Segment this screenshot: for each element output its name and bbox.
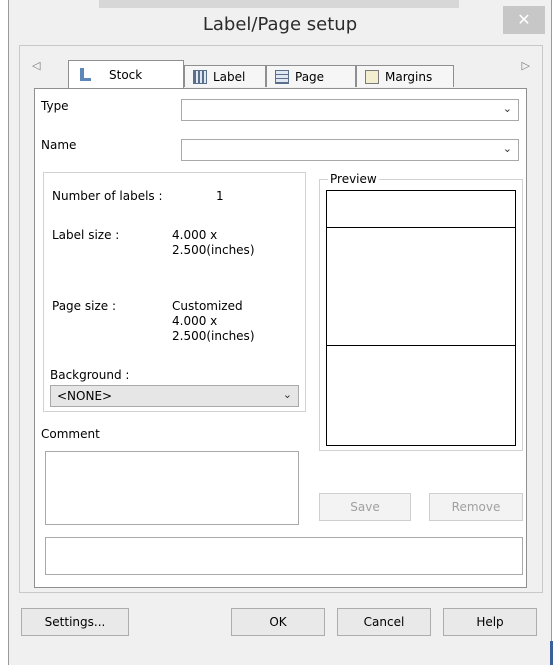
preview-group: Preview xyxy=(319,172,523,451)
stock-icon xyxy=(77,67,91,82)
tab-panel: ◁ ▷ Stock Label Page Margins Type ⌄ Name… xyxy=(19,45,543,593)
preview-legend: Preview xyxy=(328,172,379,186)
close-button[interactable]: ✕ xyxy=(503,6,545,34)
name-select[interactable]: ⌄ xyxy=(181,139,519,161)
name-label: Name xyxy=(41,138,77,152)
help-button[interactable]: Help xyxy=(443,608,537,636)
background-select[interactable]: <NONE> ⌄ xyxy=(50,385,299,407)
chevron-down-icon: ⌄ xyxy=(282,388,292,401)
tab-margins[interactable]: Margins xyxy=(356,65,454,87)
settings-button[interactable]: Settings... xyxy=(21,608,129,636)
preview-divider xyxy=(327,345,515,346)
label-icon xyxy=(193,69,207,84)
type-select[interactable]: ⌄ xyxy=(181,99,519,121)
tab-stock[interactable]: Stock xyxy=(68,60,184,88)
remove-button[interactable]: Remove xyxy=(429,493,523,521)
title-bar: Label/Page setup ✕ xyxy=(9,0,551,44)
preview-canvas xyxy=(326,190,516,446)
label-size-label: Label size : xyxy=(52,228,120,242)
number-of-labels-label: Number of labels : xyxy=(52,189,163,203)
status-field[interactable] xyxy=(45,537,523,575)
tab-scroll-right-icon[interactable]: ▷ xyxy=(522,59,530,72)
page-size-value-line1: Customized xyxy=(172,299,243,313)
cancel-button[interactable]: Cancel xyxy=(337,608,431,636)
comment-label: Comment xyxy=(41,427,100,441)
ok-button[interactable]: OK xyxy=(231,608,325,636)
background-value: <NONE> xyxy=(57,389,113,403)
margins-icon xyxy=(365,69,379,84)
page-size-label: Page size : xyxy=(52,299,116,313)
chevron-down-icon: ⌄ xyxy=(502,142,512,155)
tab-strip: Stock Label Page Margins xyxy=(34,56,464,88)
label-size-value-line2: 2.500(inches) xyxy=(172,243,255,257)
chevron-down-icon: ⌄ xyxy=(502,102,512,115)
type-label: Type xyxy=(41,99,69,113)
tab-page-label: Page xyxy=(295,69,325,84)
stock-tab-content: Type ⌄ Name ⌄ Number of labels : 1 Label… xyxy=(34,88,527,588)
preview-divider xyxy=(327,227,515,228)
page-icon xyxy=(275,69,289,84)
background-label: Background : xyxy=(50,368,130,382)
page-size-value-line3: 2.500(inches) xyxy=(172,329,255,343)
label-size-value-line1: 4.000 x xyxy=(172,228,218,242)
tab-label[interactable]: Label xyxy=(184,65,266,87)
comment-textarea[interactable] xyxy=(45,451,299,525)
dialog-title: Label/Page setup xyxy=(202,14,358,35)
tab-page[interactable]: Page xyxy=(266,65,356,87)
number-of-labels-value: 1 xyxy=(216,189,224,203)
page-size-value-line2: 4.000 x xyxy=(172,314,218,328)
label-info-group: Number of labels : 1 Label size : 4.000 … xyxy=(43,172,306,412)
tab-margins-label: Margins xyxy=(385,69,433,84)
background-window-strip xyxy=(99,0,459,8)
save-button[interactable]: Save xyxy=(319,493,411,521)
tab-label-label: Label xyxy=(213,69,246,84)
label-page-setup-dialog: Label/Page setup ✕ ◁ ▷ Stock Label Page … xyxy=(8,0,552,665)
tab-stock-label: Stock xyxy=(109,67,143,82)
